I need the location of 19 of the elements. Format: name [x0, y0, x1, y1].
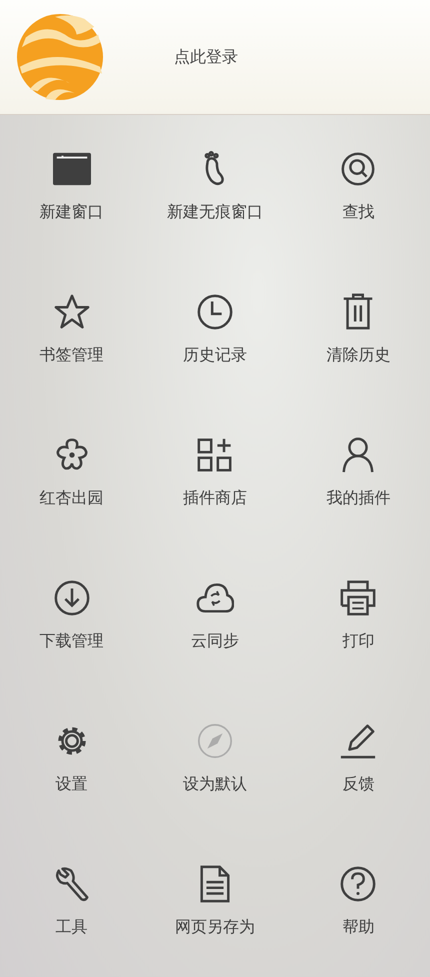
menu-item[interactable]: 清除历史: [286, 258, 430, 401]
menu-item[interactable]: 反馈: [286, 687, 430, 830]
menu-item[interactable]: 书签管理: [0, 258, 144, 401]
menu-item[interactable]: 查找: [286, 115, 430, 258]
menu-item[interactable]: 网页另存为: [143, 830, 287, 973]
menu-item[interactable]: 红杏出园: [0, 401, 144, 544]
menu-item[interactable]: 插件商店: [143, 401, 287, 544]
avatar-icon[interactable]: [16, 13, 104, 101]
menu-item[interactable]: 帮助: [286, 830, 430, 973]
menu-item[interactable]: 工具: [0, 830, 144, 973]
login-link[interactable]: 点此登录: [174, 46, 238, 68]
menu-item[interactable]: 打印: [286, 544, 430, 687]
menu-item[interactable]: 新建无痕窗口: [143, 115, 287, 258]
menu-item[interactable]: 我的插件: [286, 401, 430, 544]
menu-item[interactable]: 历史记录: [143, 258, 287, 401]
menu-item[interactable]: 云同步: [143, 544, 287, 687]
menu-item[interactable]: 下载管理: [0, 544, 144, 687]
menu-item[interactable]: 新建窗口: [0, 115, 144, 258]
menu-item[interactable]: 设置: [0, 687, 144, 830]
